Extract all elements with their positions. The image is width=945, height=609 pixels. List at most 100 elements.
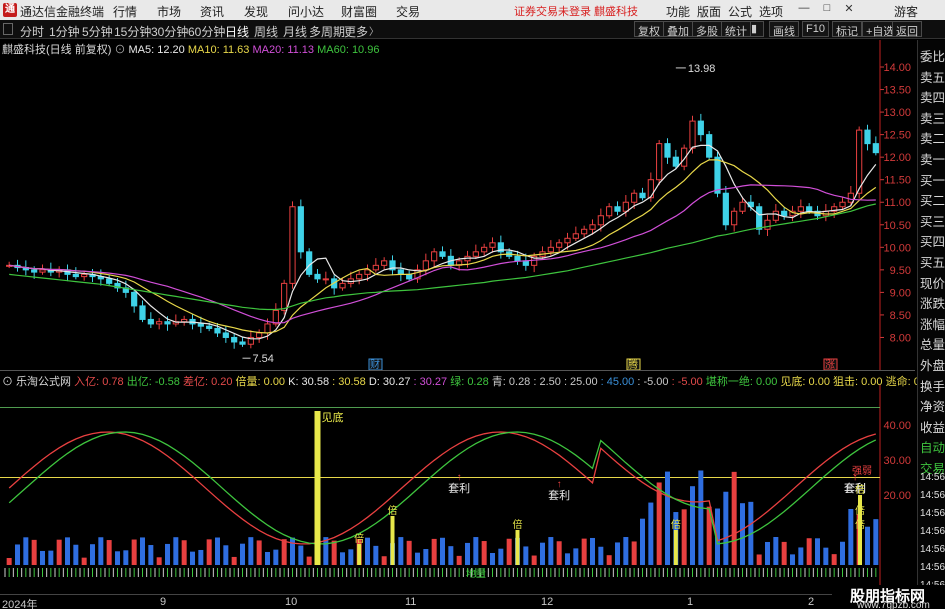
candle-body	[589, 224, 596, 230]
flow-bar	[248, 537, 254, 565]
price-tick: 10.00	[883, 242, 911, 254]
side-panel-item[interactable]: 14:56	[920, 490, 945, 501]
minimize-icon[interactable]: —	[797, 2, 811, 17]
low-label: 7.54	[253, 353, 274, 365]
candle-body	[222, 332, 229, 338]
stats-button[interactable]: 统计	[721, 21, 751, 38]
side-panel-item[interactable]: 总量	[920, 334, 945, 353]
side-panel-item[interactable]: 委比	[920, 46, 945, 65]
menu-wealth[interactable]: 财富圈	[341, 3, 377, 20]
side-panel-item[interactable]: 买二	[920, 190, 945, 209]
pane-divider	[0, 370, 915, 371]
side-panel-item[interactable]: 外盘	[920, 355, 945, 374]
period-1min[interactable]: 1分钟	[49, 23, 80, 40]
menu-formula[interactable]: 公式	[728, 3, 752, 20]
side-panel-item[interactable]: 14:56	[920, 562, 945, 573]
side-panel-item[interactable]: 涨跌	[920, 293, 945, 312]
flow-bar	[331, 540, 337, 565]
menu-trade[interactable]: 交易	[396, 3, 420, 20]
candlestick-chart[interactable]: 14.00 13.50 13.00 12.50 12.00 11.50 11.00 10.50…	[0, 40, 915, 370]
side-panel-item[interactable]: 买一	[920, 170, 945, 189]
side-panel-item[interactable]: 净资	[920, 396, 945, 415]
side-panel-item[interactable]: 卖二	[920, 128, 945, 147]
menu-function[interactable]: 功能	[666, 3, 690, 20]
candle-body	[472, 251, 479, 257]
flow-bar	[90, 544, 95, 565]
period-15min[interactable]: 15分钟	[114, 23, 151, 40]
flow-bar	[598, 546, 604, 565]
side-panel-item[interactable]: 卖四	[920, 87, 945, 106]
close-icon[interactable]: ✕	[842, 2, 856, 17]
side-panel-item[interactable]: 卖一	[920, 149, 945, 168]
f10-button[interactable]: F10	[802, 21, 829, 37]
flow-bar	[740, 503, 745, 565]
side-panel-item[interactable]: 14:56	[920, 472, 945, 483]
period-more[interactable]: 更多	[344, 23, 368, 40]
period-30min[interactable]: 30分钟	[151, 23, 188, 40]
side-panel-item[interactable]: 现价	[920, 273, 945, 292]
menu-options[interactable]: 选项	[759, 3, 783, 20]
menu-news[interactable]: 资讯	[200, 3, 224, 20]
overlay-button[interactable]: 叠加	[663, 21, 693, 38]
candle-body	[139, 305, 146, 320]
candle-body	[872, 143, 879, 154]
user-label[interactable]: 游客	[894, 3, 918, 20]
candle-body	[264, 323, 271, 334]
flow-bar	[831, 554, 837, 565]
side-panel-item[interactable]: 卖三	[920, 108, 945, 127]
period-daily[interactable]: 日线	[225, 23, 249, 40]
flow-bar	[840, 541, 845, 565]
double-volume-bar	[858, 530, 862, 565]
login-status[interactable]: 证券交易未登录 麒盛科技	[514, 3, 638, 19]
period-5min[interactable]: 5分钟	[82, 23, 113, 40]
side-panel-item[interactable]: 14:56	[920, 508, 945, 519]
candle-body	[281, 282, 288, 311]
draw-tool-icon[interactable]: ▮	[750, 21, 764, 37]
candle-body	[256, 332, 263, 338]
side-panel-item[interactable]: 14:56	[920, 544, 945, 555]
flow-bar	[590, 537, 595, 565]
period-weekly[interactable]: 周线	[254, 23, 278, 40]
side-panel-item[interactable]: 卖五	[920, 67, 945, 86]
more-chevron-icon[interactable]: 〉	[369, 23, 379, 38]
side-panel-item[interactable]: 换手	[920, 376, 945, 395]
candle-body	[431, 251, 438, 262]
side-panel-item[interactable]: 自动	[920, 437, 945, 456]
panel-toggle-icon[interactable]	[3, 23, 13, 35]
side-panel-item[interactable]: 买三	[920, 211, 945, 230]
menu-layout[interactable]: 版面	[697, 3, 721, 20]
back-button[interactable]: 返回	[892, 21, 922, 38]
side-panel-item[interactable]: 买五	[920, 252, 945, 271]
flow-bar	[556, 541, 562, 565]
menu-ask[interactable]: 问小达	[288, 3, 324, 20]
flow-bar	[348, 549, 354, 565]
period-monthly[interactable]: 月线	[283, 23, 307, 40]
menu-discover[interactable]: 发现	[244, 3, 268, 20]
side-panel-item[interactable]: 买四	[920, 231, 945, 250]
indicator-chart[interactable]: 40.0030.0020.00见底见底↑套利↑套利↑套利↑套利倍倍倍倍倍倍倍强弱…	[0, 385, 915, 593]
menu-quotes[interactable]: 行情	[113, 3, 137, 20]
period-multi[interactable]: 多周期	[309, 23, 345, 40]
menu-market[interactable]: 市场	[157, 3, 181, 20]
adjust-button[interactable]: 复权	[634, 21, 664, 38]
price-tick: 10.50	[883, 220, 911, 232]
flow-bar	[156, 557, 162, 565]
draw-line-button[interactable]: 画线	[769, 21, 799, 38]
maximize-icon[interactable]: □	[820, 2, 834, 17]
flow-bar	[873, 519, 879, 565]
side-panel-item[interactable]: 收益	[920, 417, 945, 436]
flow-bar	[423, 549, 429, 565]
mark-button[interactable]: 标记	[832, 21, 862, 38]
candle-body	[381, 260, 388, 266]
candle-body	[147, 318, 154, 325]
side-panel-item[interactable]: 涨幅	[920, 314, 945, 333]
candle-body	[156, 321, 163, 325]
period-60min[interactable]: 60分钟	[188, 23, 225, 40]
side-panel-item[interactable]: 14:56	[920, 526, 945, 537]
price-tick: 11.00	[884, 197, 911, 209]
candle-body	[781, 210, 788, 217]
multi-stock-button[interactable]: 多股	[692, 21, 722, 38]
candle-body	[556, 242, 563, 248]
period-intraday[interactable]: 分时	[20, 23, 44, 40]
date-tick: 12	[541, 596, 554, 608]
